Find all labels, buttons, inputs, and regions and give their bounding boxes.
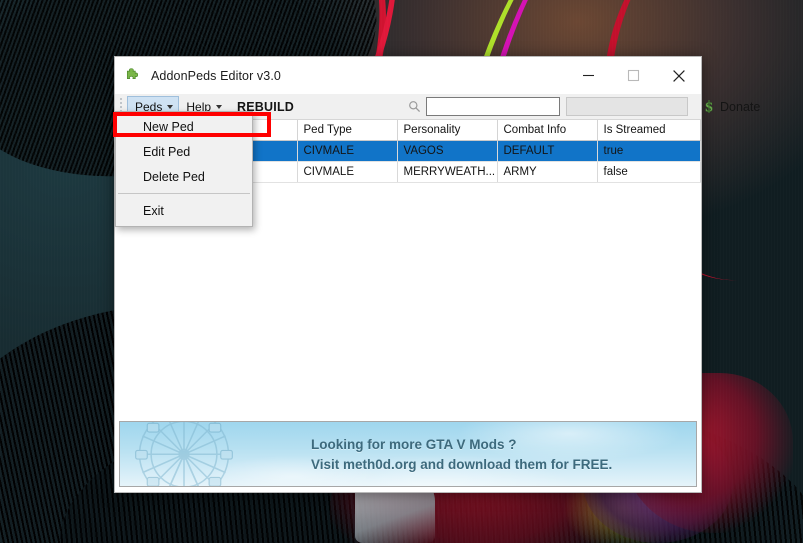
secondary-filter-input[interactable] — [566, 97, 689, 116]
cell-personality[interactable]: VAGOS — [397, 140, 498, 162]
menu-item-new-ped-label: New Ped — [143, 119, 194, 134]
grip-dot — [120, 105, 122, 108]
maximize-button[interactable] — [611, 57, 656, 94]
banner-line-2: Visit meth0d.org and download them for F… — [311, 457, 613, 472]
close-button[interactable] — [656, 57, 701, 94]
close-icon — [672, 69, 685, 82]
menu-item-edit-ped-label: Edit Ped — [143, 144, 191, 159]
minimize-icon — [583, 74, 594, 77]
promo-banner[interactable]: Looking for more GTA V Mods ? Visit meth… — [119, 421, 697, 487]
menu-item-delete-ped-label: Delete Ped — [143, 169, 205, 184]
minimize-button[interactable] — [566, 57, 611, 94]
cell-is-streamed[interactable]: false — [597, 161, 701, 183]
column-header-personality[interactable]: Personality — [397, 120, 498, 141]
menu-item-delete-ped[interactable]: Delete Ped — [116, 164, 252, 189]
window-controls — [566, 57, 701, 94]
donate-button[interactable]: S Donate — [697, 96, 765, 118]
menu-item-edit-ped[interactable]: Edit Ped — [116, 139, 252, 164]
cell-ped-type[interactable]: CIVMALE — [297, 140, 398, 162]
cell-combat-info[interactable]: ARMY — [497, 161, 598, 183]
banner-line-1: Looking for more GTA V Mods ? — [311, 437, 517, 452]
desktop-wallpaper: AddonPeds Editor v3.0 Peds Help REBUILD … — [0, 0, 803, 543]
menu-item-exit[interactable]: Exit — [116, 198, 252, 223]
maximize-icon — [627, 69, 640, 82]
cell-combat-info[interactable]: DEFAULT — [497, 140, 598, 162]
ferris-wheel-icon — [135, 422, 233, 486]
grip-dot — [120, 101, 122, 104]
grip-dot — [120, 97, 122, 100]
column-header-combat-info[interactable]: Combat Info — [497, 120, 598, 141]
search-input[interactable] — [426, 97, 561, 116]
column-header-is-streamed[interactable]: Is Streamed — [597, 120, 701, 141]
cell-personality[interactable]: MERRYWEATH... — [397, 161, 498, 183]
peds-dropdown-menu: New Ped Edit Ped Delete Ped Exit — [115, 111, 253, 227]
menu-separator — [118, 193, 250, 194]
cell-ped-type[interactable]: CIVMALE — [297, 161, 398, 183]
chevron-down-icon — [167, 104, 174, 109]
window-titlebar: AddonPeds Editor v3.0 — [115, 57, 701, 94]
donate-label: Donate — [720, 99, 761, 114]
column-header-ped-type[interactable]: Ped Type — [297, 120, 398, 141]
menu-item-new-ped[interactable]: New Ped — [116, 114, 252, 139]
puzzle-piece-icon — [126, 68, 139, 79]
search-icon — [406, 99, 422, 115]
chevron-down-icon — [216, 104, 223, 109]
dollar-sign-icon: S — [705, 100, 713, 114]
window-title: AddonPeds Editor v3.0 — [151, 68, 281, 83]
banner-text-block: Looking for more GTA V Mods ? Visit meth… — [311, 435, 612, 475]
menu-item-exit-label: Exit — [143, 203, 164, 218]
cell-is-streamed[interactable]: true — [597, 140, 701, 162]
magnifier-icon — [408, 101, 420, 113]
